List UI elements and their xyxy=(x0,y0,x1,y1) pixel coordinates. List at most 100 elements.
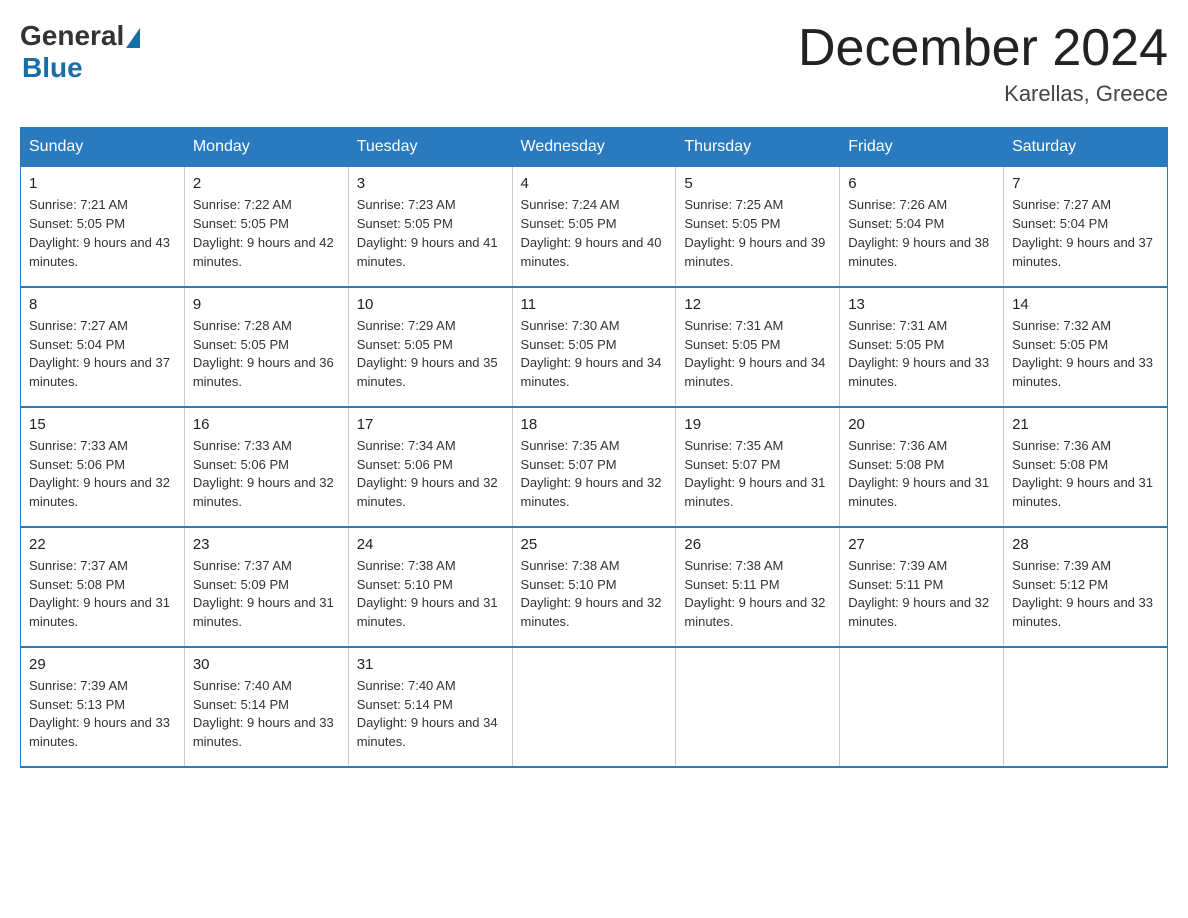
daylight-label: Daylight: 9 hours and 34 minutes. xyxy=(521,355,662,389)
page-header: General Blue December 2024 Karellas, Gre… xyxy=(20,20,1168,107)
day-info: Sunrise: 7:36 AM Sunset: 5:08 PM Dayligh… xyxy=(848,437,995,512)
daylight-label: Daylight: 9 hours and 34 minutes. xyxy=(684,355,825,389)
sunrise-label: Sunrise: 7:33 AM xyxy=(29,438,128,453)
sunset-label: Sunset: 5:07 PM xyxy=(521,457,617,472)
day-number: 28 xyxy=(1012,536,1159,553)
day-info: Sunrise: 7:38 AM Sunset: 5:10 PM Dayligh… xyxy=(521,557,668,632)
calendar-cell: 22 Sunrise: 7:37 AM Sunset: 5:08 PM Dayl… xyxy=(21,527,185,647)
day-info: Sunrise: 7:27 AM Sunset: 5:04 PM Dayligh… xyxy=(1012,196,1159,271)
sunset-label: Sunset: 5:05 PM xyxy=(684,216,780,231)
sunset-label: Sunset: 5:06 PM xyxy=(193,457,289,472)
sunrise-label: Sunrise: 7:31 AM xyxy=(684,318,783,333)
day-number: 30 xyxy=(193,656,340,673)
calendar-cell: 8 Sunrise: 7:27 AM Sunset: 5:04 PM Dayli… xyxy=(21,287,185,407)
calendar-cell: 20 Sunrise: 7:36 AM Sunset: 5:08 PM Dayl… xyxy=(840,407,1004,527)
calendar-cell: 31 Sunrise: 7:40 AM Sunset: 5:14 PM Dayl… xyxy=(348,647,512,767)
calendar-table: Sunday Monday Tuesday Wednesday Thursday… xyxy=(20,127,1168,768)
day-number: 9 xyxy=(193,296,340,313)
sunrise-label: Sunrise: 7:28 AM xyxy=(193,318,292,333)
calendar-cell: 19 Sunrise: 7:35 AM Sunset: 5:07 PM Dayl… xyxy=(676,407,840,527)
header-monday: Monday xyxy=(184,128,348,167)
sunset-label: Sunset: 5:14 PM xyxy=(193,697,289,712)
sunset-label: Sunset: 5:09 PM xyxy=(193,577,289,592)
day-number: 14 xyxy=(1012,296,1159,313)
day-number: 19 xyxy=(684,416,831,433)
day-number: 6 xyxy=(848,175,995,192)
sunrise-label: Sunrise: 7:26 AM xyxy=(848,197,947,212)
daylight-label: Daylight: 9 hours and 41 minutes. xyxy=(357,235,498,269)
day-info: Sunrise: 7:31 AM Sunset: 5:05 PM Dayligh… xyxy=(848,317,995,392)
sunrise-label: Sunrise: 7:38 AM xyxy=(357,558,456,573)
calendar-week-2: 8 Sunrise: 7:27 AM Sunset: 5:04 PM Dayli… xyxy=(21,287,1168,407)
calendar-cell: 23 Sunrise: 7:37 AM Sunset: 5:09 PM Dayl… xyxy=(184,527,348,647)
header-friday: Friday xyxy=(840,128,1004,167)
day-number: 26 xyxy=(684,536,831,553)
calendar-week-5: 29 Sunrise: 7:39 AM Sunset: 5:13 PM Dayl… xyxy=(21,647,1168,767)
daylight-label: Daylight: 9 hours and 32 minutes. xyxy=(521,475,662,509)
sunrise-label: Sunrise: 7:27 AM xyxy=(1012,197,1111,212)
calendar-cell: 17 Sunrise: 7:34 AM Sunset: 5:06 PM Dayl… xyxy=(348,407,512,527)
day-info: Sunrise: 7:23 AM Sunset: 5:05 PM Dayligh… xyxy=(357,196,504,271)
calendar-cell xyxy=(1004,647,1168,767)
daylight-label: Daylight: 9 hours and 31 minutes. xyxy=(193,595,334,629)
day-number: 8 xyxy=(29,296,176,313)
calendar-cell: 15 Sunrise: 7:33 AM Sunset: 5:06 PM Dayl… xyxy=(21,407,185,527)
daylight-label: Daylight: 9 hours and 31 minutes. xyxy=(1012,475,1153,509)
day-info: Sunrise: 7:36 AM Sunset: 5:08 PM Dayligh… xyxy=(1012,437,1159,512)
sunrise-label: Sunrise: 7:35 AM xyxy=(521,438,620,453)
day-number: 4 xyxy=(521,175,668,192)
logo-triangle-icon xyxy=(126,28,140,48)
day-info: Sunrise: 7:26 AM Sunset: 5:04 PM Dayligh… xyxy=(848,196,995,271)
day-info: Sunrise: 7:24 AM Sunset: 5:05 PM Dayligh… xyxy=(521,196,668,271)
calendar-cell xyxy=(840,647,1004,767)
header-sunday: Sunday xyxy=(21,128,185,167)
logo-general-text: General xyxy=(20,20,124,52)
sunset-label: Sunset: 5:06 PM xyxy=(357,457,453,472)
sunset-label: Sunset: 5:05 PM xyxy=(29,216,125,231)
day-info: Sunrise: 7:37 AM Sunset: 5:08 PM Dayligh… xyxy=(29,557,176,632)
calendar-cell: 28 Sunrise: 7:39 AM Sunset: 5:12 PM Dayl… xyxy=(1004,527,1168,647)
sunset-label: Sunset: 5:13 PM xyxy=(29,697,125,712)
day-info: Sunrise: 7:39 AM Sunset: 5:11 PM Dayligh… xyxy=(848,557,995,632)
day-number: 3 xyxy=(357,175,504,192)
sunrise-label: Sunrise: 7:33 AM xyxy=(193,438,292,453)
calendar-cell: 9 Sunrise: 7:28 AM Sunset: 5:05 PM Dayli… xyxy=(184,287,348,407)
day-info: Sunrise: 7:34 AM Sunset: 5:06 PM Dayligh… xyxy=(357,437,504,512)
day-number: 21 xyxy=(1012,416,1159,433)
daylight-label: Daylight: 9 hours and 32 minutes. xyxy=(848,595,989,629)
sunset-label: Sunset: 5:10 PM xyxy=(357,577,453,592)
day-info: Sunrise: 7:37 AM Sunset: 5:09 PM Dayligh… xyxy=(193,557,340,632)
calendar-week-3: 15 Sunrise: 7:33 AM Sunset: 5:06 PM Dayl… xyxy=(21,407,1168,527)
day-number: 10 xyxy=(357,296,504,313)
day-number: 13 xyxy=(848,296,995,313)
sunset-label: Sunset: 5:05 PM xyxy=(521,216,617,231)
calendar-cell: 10 Sunrise: 7:29 AM Sunset: 5:05 PM Dayl… xyxy=(348,287,512,407)
day-number: 24 xyxy=(357,536,504,553)
month-title: December 2024 xyxy=(798,20,1168,77)
calendar-cell: 24 Sunrise: 7:38 AM Sunset: 5:10 PM Dayl… xyxy=(348,527,512,647)
calendar-cell: 16 Sunrise: 7:33 AM Sunset: 5:06 PM Dayl… xyxy=(184,407,348,527)
calendar-cell: 26 Sunrise: 7:38 AM Sunset: 5:11 PM Dayl… xyxy=(676,527,840,647)
day-number: 22 xyxy=(29,536,176,553)
daylight-label: Daylight: 9 hours and 39 minutes. xyxy=(684,235,825,269)
daylight-label: Daylight: 9 hours and 32 minutes. xyxy=(193,475,334,509)
day-number: 1 xyxy=(29,175,176,192)
day-info: Sunrise: 7:39 AM Sunset: 5:13 PM Dayligh… xyxy=(29,677,176,752)
sunset-label: Sunset: 5:11 PM xyxy=(848,577,943,592)
sunset-label: Sunset: 5:04 PM xyxy=(1012,216,1108,231)
daylight-label: Daylight: 9 hours and 31 minutes. xyxy=(29,595,170,629)
calendar-cell: 27 Sunrise: 7:39 AM Sunset: 5:11 PM Dayl… xyxy=(840,527,1004,647)
sunset-label: Sunset: 5:12 PM xyxy=(1012,577,1108,592)
calendar-cell: 14 Sunrise: 7:32 AM Sunset: 5:05 PM Dayl… xyxy=(1004,287,1168,407)
daylight-label: Daylight: 9 hours and 31 minutes. xyxy=(357,595,498,629)
calendar-cell: 30 Sunrise: 7:40 AM Sunset: 5:14 PM Dayl… xyxy=(184,647,348,767)
sunrise-label: Sunrise: 7:39 AM xyxy=(848,558,947,573)
calendar-cell: 3 Sunrise: 7:23 AM Sunset: 5:05 PM Dayli… xyxy=(348,167,512,287)
sunrise-label: Sunrise: 7:40 AM xyxy=(357,678,456,693)
day-info: Sunrise: 7:40 AM Sunset: 5:14 PM Dayligh… xyxy=(357,677,504,752)
sunset-label: Sunset: 5:14 PM xyxy=(357,697,453,712)
daylight-label: Daylight: 9 hours and 37 minutes. xyxy=(29,355,170,389)
day-info: Sunrise: 7:32 AM Sunset: 5:05 PM Dayligh… xyxy=(1012,317,1159,392)
daylight-label: Daylight: 9 hours and 31 minutes. xyxy=(684,475,825,509)
daylight-label: Daylight: 9 hours and 33 minutes. xyxy=(1012,355,1153,389)
